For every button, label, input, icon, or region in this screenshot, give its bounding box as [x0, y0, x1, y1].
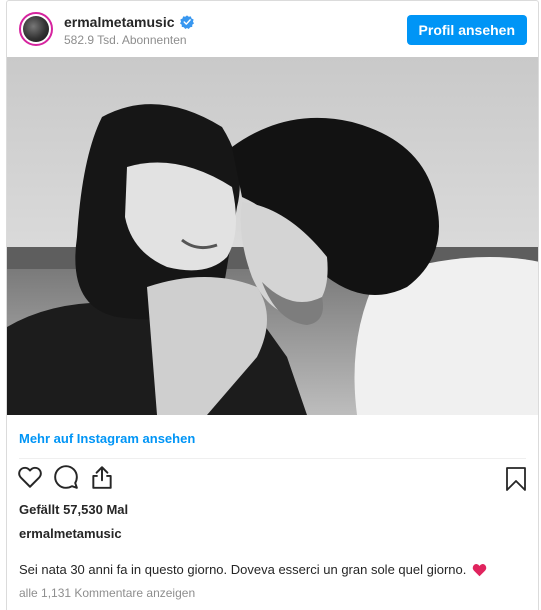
action-bar [17, 464, 115, 490]
username[interactable]: ermalmetamusic [64, 14, 175, 30]
post-photo[interactable] [7, 57, 538, 415]
post-header: ermalmetamusic 582.9 Tsd. Abonnenten Pro… [7, 1, 538, 57]
like-count[interactable]: Gefällt 57,530 Mal [19, 502, 128, 517]
share-icon[interactable] [89, 464, 115, 490]
follower-count: 582.9 Tsd. Abonnenten [64, 33, 187, 47]
avatar-image [23, 16, 49, 42]
verified-badge-icon [179, 15, 194, 29]
caption: Sei nata 30 anni fa in questo giorno. Do… [19, 562, 487, 577]
view-more-on-instagram-link[interactable]: Mehr auf Instagram ansehen [19, 431, 195, 446]
avatar[interactable] [19, 12, 53, 46]
instagram-embed: ermalmetamusic 582.9 Tsd. Abonnenten Pro… [6, 0, 539, 610]
view-profile-button[interactable]: Profil ansehen [406, 15, 527, 45]
heart-icon[interactable] [17, 464, 43, 490]
comment-icon[interactable] [53, 464, 79, 490]
username-row: ermalmetamusic [64, 14, 194, 30]
caption-author[interactable]: ermalmetamusic [19, 526, 122, 541]
divider [19, 458, 526, 459]
view-all-comments-link[interactable]: alle 1,131 Kommentare anzeigen [19, 586, 195, 600]
bookmark-icon[interactable] [504, 466, 528, 492]
photo-image [7, 57, 538, 415]
caption-text: Sei nata 30 anni fa in questo giorno. Do… [19, 562, 467, 577]
red-heart-icon [473, 563, 487, 576]
